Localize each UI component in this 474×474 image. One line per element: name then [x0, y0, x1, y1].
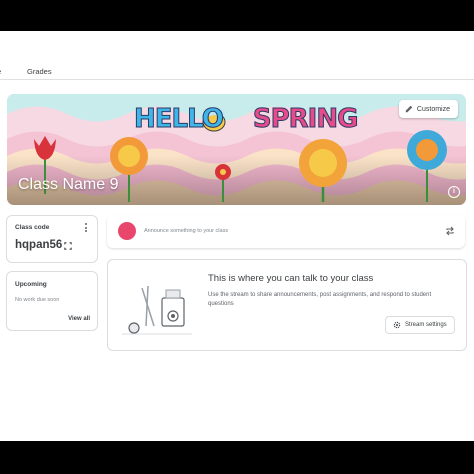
upcoming-card: Upcoming No work due soon View all [6, 271, 98, 331]
info-icon[interactable]: i [448, 186, 460, 198]
class-code-value: hqpan56 [15, 239, 63, 251]
pencil-icon [405, 105, 413, 113]
tab-grades[interactable]: Grades [27, 67, 52, 76]
banner-title-hello: HELLO [134, 104, 225, 135]
stream-illustration [122, 285, 192, 335]
stream-empty-card: This is where you can talk to your class… [107, 259, 467, 351]
class-name: Class Name 9 [18, 176, 119, 193]
upcoming-label: Upcoming [15, 281, 47, 288]
stream-settings-label: Stream settings [405, 322, 447, 328]
announce-box[interactable]: Announce something to your class [107, 215, 465, 248]
classroom-screen: e Grades [0, 31, 474, 441]
repost-icon[interactable] [445, 226, 455, 236]
stream-settings-button[interactable]: Stream settings [385, 316, 455, 334]
fullscreen-icon[interactable] [64, 242, 72, 250]
settings-gear-icon [393, 321, 401, 329]
class-code-label: Class code [15, 224, 50, 231]
view-all-link[interactable]: View all [68, 316, 90, 322]
upcoming-text: No work due soon [15, 297, 60, 303]
empty-state-description: Use the stream to share announcements, p… [208, 292, 432, 307]
banner-title: HELLO SPRING [134, 104, 359, 135]
class-banner: HELLO SPRING Customize Class Name 9 i [7, 94, 466, 205]
customize-label: Customize [416, 105, 450, 113]
class-code-card: Class code hqpan56 [6, 215, 98, 263]
announce-placeholder[interactable]: Announce something to your class [144, 228, 228, 234]
tab-stream[interactable]: e [0, 67, 1, 76]
banner-title-spring: SPRING [252, 104, 359, 135]
customize-button[interactable]: Customize [398, 100, 458, 118]
more-vert-icon[interactable] [85, 223, 88, 234]
empty-state-title: This is where you can talk to your class [208, 273, 374, 284]
tab-bar: e Grades [0, 31, 474, 80]
avatar [118, 222, 136, 240]
